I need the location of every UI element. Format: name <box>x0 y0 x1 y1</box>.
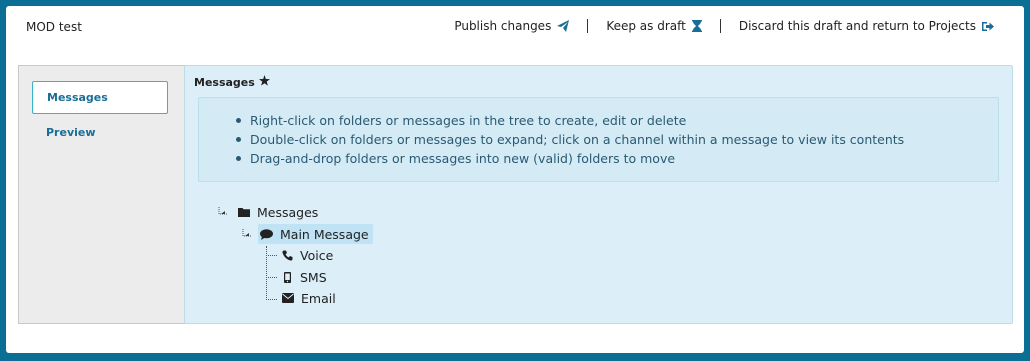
app-frame: MOD test Publish changes Keep as draft D… <box>6 6 1024 353</box>
tree-node-label: Messages <box>257 204 319 220</box>
sign-out-icon <box>982 21 994 32</box>
tree-node-label: SMS <box>300 269 327 285</box>
keep-as-draft-label: Keep as draft <box>606 19 686 33</box>
tree-connector <box>266 277 277 278</box>
tree-node-main-message[interactable]: Main Message <box>258 224 373 244</box>
tree-toggle-icon[interactable] <box>242 226 252 237</box>
publish-changes-label: Publish changes <box>454 19 552 33</box>
discard-draft-button[interactable]: Discard this draft and return to Project… <box>739 19 994 33</box>
tree-node-channel-voice[interactable]: Voice <box>282 245 333 265</box>
tree-toggle-icon[interactable] <box>218 204 228 215</box>
top-bar: MOD test Publish changes Keep as draft D… <box>6 6 1024 50</box>
sidebar: Messages Preview <box>18 65 185 324</box>
tree-node-label: Main Message <box>280 226 369 242</box>
phone-icon <box>282 250 293 261</box>
folder-icon <box>238 207 250 217</box>
envelope-icon <box>282 293 294 303</box>
comment-icon <box>260 228 273 240</box>
paper-plane-icon <box>557 20 570 32</box>
message-tree: Messages Main Message Voice SMS Email <box>185 66 1012 323</box>
publish-changes-button[interactable]: Publish changes <box>454 19 570 33</box>
header-actions: Publish changes Keep as draft Discard th… <box>454 19 994 33</box>
tree-node-label: Email <box>301 290 336 306</box>
tree-node-root[interactable]: Messages <box>238 202 318 222</box>
sidebar-item-label: Messages <box>47 91 108 104</box>
header-separator <box>719 19 721 33</box>
sidebar-item-preview[interactable]: Preview <box>32 116 168 149</box>
mobile-icon <box>284 271 291 283</box>
sidebar-item-messages[interactable]: Messages <box>32 81 168 114</box>
tree-node-channel-email[interactable]: Email <box>282 288 336 308</box>
discard-draft-label: Discard this draft and return to Project… <box>738 19 976 33</box>
tree-node-label: Voice <box>300 247 334 263</box>
sidebar-item-label: Preview <box>46 126 96 139</box>
tree-connector <box>266 255 277 256</box>
messages-panel: Messages Right-click on folders or messa… <box>184 65 1013 324</box>
tree-node-channel-sms[interactable]: SMS <box>282 267 327 287</box>
keep-as-draft-button[interactable]: Keep as draft <box>606 19 702 33</box>
hourglass-icon <box>691 20 702 32</box>
project-title: MOD test <box>26 20 82 34</box>
header-separator <box>587 19 589 33</box>
tree-connector <box>266 299 277 300</box>
